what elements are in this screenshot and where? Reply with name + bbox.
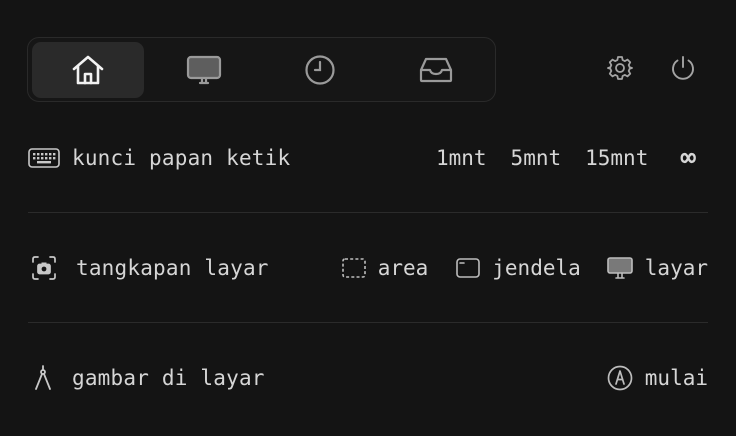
clock-icon bbox=[304, 54, 336, 86]
gear-icon bbox=[607, 55, 633, 85]
home-icon bbox=[71, 54, 105, 86]
capture-window-label: jendela bbox=[492, 256, 581, 280]
start-drawing-label: mulai bbox=[644, 366, 708, 390]
capture-screen-button[interactable]: layar bbox=[606, 256, 708, 280]
pen-circle-icon bbox=[607, 365, 633, 391]
lock-15min-button[interactable]: 15mnt bbox=[585, 146, 648, 170]
screenshot-label: tangkapan layar bbox=[76, 256, 269, 280]
inbox-icon bbox=[418, 56, 454, 84]
lock-forever-button[interactable]: ∞ bbox=[680, 143, 696, 173]
window-icon bbox=[456, 258, 481, 278]
tab-history[interactable] bbox=[264, 42, 376, 98]
divider bbox=[28, 212, 708, 213]
screenshot-options: area jendela layar bbox=[341, 256, 708, 280]
start-drawing-button[interactable]: mulai bbox=[607, 365, 708, 391]
screenshot-row: tangkapan layar area jendela layar bbox=[28, 248, 708, 288]
area-select-icon bbox=[341, 258, 366, 278]
draw-options: mulai bbox=[607, 365, 708, 391]
keyboard-lock-options: 1mnt 5mnt 15mnt ∞ bbox=[436, 143, 708, 173]
keyboard-lock-row: kunci papan ketik 1mnt 5mnt 15mnt ∞ bbox=[28, 138, 708, 178]
draw-label: gambar di layar bbox=[72, 366, 265, 390]
keyboard-lock-label-group: kunci papan ketik bbox=[28, 146, 290, 170]
tab-inbox[interactable] bbox=[380, 42, 492, 98]
lock-1min-button[interactable]: 1mnt bbox=[436, 146, 487, 170]
capture-window-button[interactable]: jendela bbox=[456, 256, 581, 280]
power-button[interactable] bbox=[668, 55, 698, 85]
power-icon bbox=[670, 55, 696, 85]
divider bbox=[28, 322, 708, 323]
keyboard-lock-label: kunci papan ketik bbox=[72, 146, 291, 170]
compass-icon bbox=[34, 365, 52, 391]
monitor-icon bbox=[606, 257, 633, 279]
draw-row: gambar di layar mulai bbox=[28, 358, 708, 398]
lock-5min-button[interactable]: 5mnt bbox=[511, 146, 562, 170]
capture-area-label: area bbox=[377, 256, 429, 280]
camera-icon bbox=[32, 256, 56, 280]
tab-bar bbox=[27, 37, 496, 102]
capture-screen-label: layar bbox=[644, 256, 708, 280]
monitor-icon bbox=[186, 55, 222, 85]
tab-home[interactable] bbox=[32, 42, 144, 98]
screenshot-label-group: tangkapan layar bbox=[28, 256, 269, 280]
tab-display[interactable] bbox=[148, 42, 260, 98]
capture-area-button[interactable]: area bbox=[341, 256, 429, 280]
draw-label-group: gambar di layar bbox=[28, 365, 265, 391]
settings-button[interactable] bbox=[605, 55, 635, 85]
keyboard-icon bbox=[28, 148, 60, 168]
